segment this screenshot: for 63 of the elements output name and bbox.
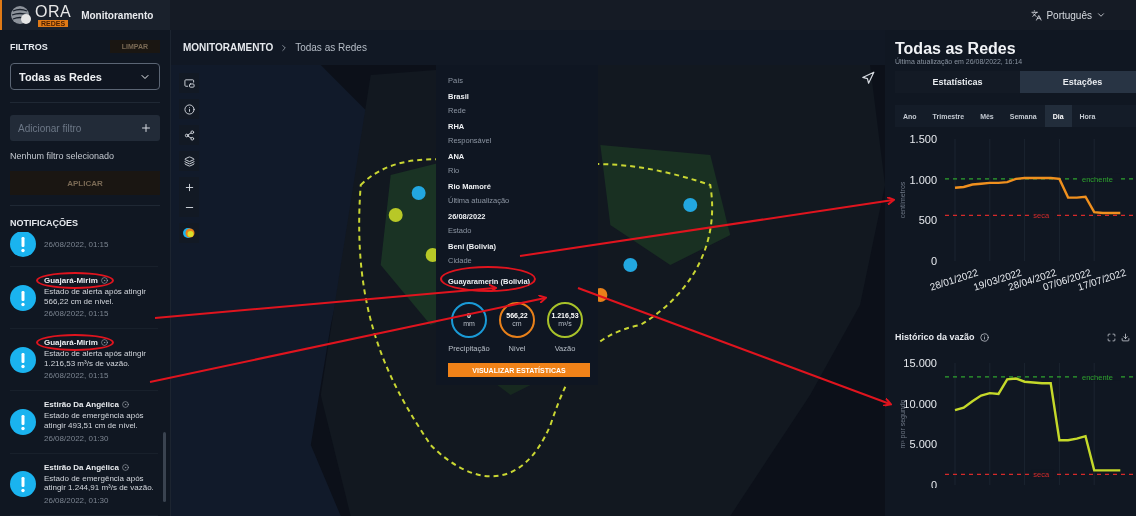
picture-in-picture-icon bbox=[183, 77, 195, 89]
notification-time: 26/08/2022, 01:30 bbox=[44, 432, 110, 444]
locate-icon[interactable] bbox=[121, 463, 129, 471]
north-arrow-icon[interactable] bbox=[861, 71, 875, 85]
notification-message: Estado de alerta após atingir 566,22 cm de nível. bbox=[44, 287, 147, 307]
breadcrumb-current: Todas as Redes bbox=[295, 42, 367, 53]
zoom-in-button[interactable] bbox=[179, 177, 199, 197]
notification-title[interactable]: Guajará-Mirim bbox=[44, 338, 98, 348]
alert-icon bbox=[10, 232, 36, 257]
notification-time: 26/08/2022, 01:15 bbox=[44, 308, 110, 320]
apply-button[interactable]: APLICAR bbox=[10, 171, 160, 195]
info-icon bbox=[183, 103, 195, 115]
y-tick-label: 1.000 bbox=[909, 173, 937, 186]
breadcrumb-link[interactable]: MONITORAMENTO bbox=[183, 42, 274, 53]
locate-icon[interactable] bbox=[100, 339, 108, 347]
notification-time: 26/08/2022, 01:15 bbox=[44, 370, 110, 382]
network-select[interactable]: Todas as Redes bbox=[10, 63, 160, 90]
notification-time: 26/08/2022, 01:15 bbox=[44, 238, 110, 250]
y-tick-label: 15.000 bbox=[903, 357, 937, 369]
scrollbar-thumb[interactable] bbox=[163, 432, 166, 502]
panel-title: Todas as Redes bbox=[895, 40, 1017, 57]
alert-icon bbox=[10, 471, 36, 498]
plus-icon bbox=[183, 181, 195, 193]
layers-button[interactable] bbox=[179, 151, 199, 171]
add-filter-field[interactable]: Adicionar filtro bbox=[10, 115, 160, 141]
notification-title[interactable]: Estirão Da Angélica bbox=[44, 462, 119, 472]
filters-heading: FILTROS bbox=[10, 41, 48, 52]
info-button[interactable] bbox=[179, 99, 199, 119]
caret-icon bbox=[1096, 10, 1106, 20]
notification-time: 26/08/2022, 01:30 bbox=[44, 494, 110, 506]
picture-in-picture-button[interactable] bbox=[179, 73, 199, 93]
translate-icon bbox=[1031, 9, 1043, 21]
locate-icon[interactable] bbox=[100, 277, 108, 284]
share-icon bbox=[183, 129, 195, 141]
layers-icon bbox=[183, 155, 195, 167]
y-tick-label: 0 bbox=[930, 255, 937, 267]
chart-title: Histórico da vazão bbox=[895, 332, 975, 342]
notification-title[interactable]: Guajará-Mirim bbox=[44, 276, 98, 285]
alert-icon bbox=[10, 284, 36, 311]
logo-text: ORA bbox=[35, 3, 72, 20]
section-title: Monitoramento bbox=[81, 9, 154, 21]
notification-message: Estado de alerta após atingir 1.216,53 m³/s de vazão. bbox=[44, 349, 147, 369]
alert-icon bbox=[10, 346, 36, 373]
share-button[interactable] bbox=[179, 125, 199, 145]
fullscreen-button[interactable] bbox=[1107, 332, 1116, 342]
locate-icon[interactable] bbox=[121, 401, 129, 409]
plus-icon[interactable] bbox=[140, 122, 152, 134]
tab[interactable]: Estações bbox=[1020, 71, 1136, 93]
y-tick-label: 1.500 bbox=[909, 133, 937, 145]
overlapping-circles-icon bbox=[183, 227, 195, 239]
logo-icon bbox=[10, 5, 32, 25]
language-button[interactable]: Português bbox=[1029, 7, 1108, 23]
notification-title[interactable]: Estirão Da Angélica bbox=[44, 400, 119, 410]
y-tick-label: 5.000 bbox=[909, 438, 937, 451]
empty-filter-text: Nenhum filtro selecionado bbox=[10, 151, 116, 161]
alert-icon bbox=[10, 408, 36, 435]
info-icon[interactable] bbox=[979, 332, 989, 342]
y-tick-label: 500 bbox=[918, 214, 937, 227]
notification-message: Estado de emergência após atingir 493,51 cm de nível. bbox=[44, 411, 145, 431]
legend-button[interactable] bbox=[179, 223, 199, 243]
notification-message: Estado de emergência após atingir 1.244,91 m³/s de vazão. bbox=[44, 473, 155, 493]
notifications-heading: NOTIFICAÇÕES bbox=[10, 218, 79, 228]
download-button[interactable] bbox=[1121, 332, 1130, 342]
